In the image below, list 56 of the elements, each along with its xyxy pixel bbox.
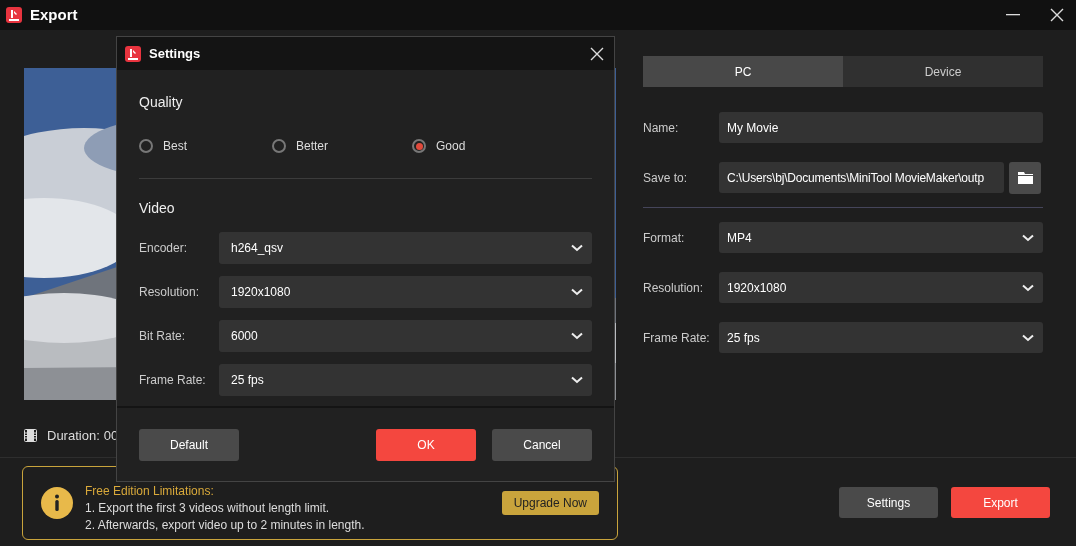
default-button[interactable]: Default (139, 429, 239, 461)
notice-text: 1. Export the first 3 videos without length limit. (85, 500, 331, 517)
chevron-down-icon (1022, 283, 1034, 292)
field-label: Format: (643, 229, 686, 247)
info-icon (41, 487, 73, 519)
field-label: Resolution: (643, 279, 705, 297)
dropdown[interactable]: MP4 (719, 222, 1043, 253)
input-field[interactable]: C:\Users\bj\Documents\MiniTool MovieMaker\outp (719, 162, 1004, 193)
app-logo-icon (6, 7, 22, 23)
radio-label: Best (163, 138, 187, 155)
field-label: Save to: (643, 169, 689, 187)
chevron-down-icon (1022, 333, 1034, 342)
field-label: Frame Rate: (643, 329, 711, 347)
radio-button[interactable] (272, 139, 286, 153)
dropdown[interactable]: 6000 (219, 320, 592, 352)
section-heading: Video (139, 199, 176, 218)
notice-title: Free Edition Limitations: (85, 483, 215, 500)
field-label: Encoder: (139, 240, 189, 257)
duration-label: Duration: (47, 427, 100, 445)
radio-label: Better (296, 138, 328, 155)
app-logo-icon (125, 45, 141, 62)
chevron-down-icon (571, 244, 583, 252)
dropdown[interactable]: 25 fps (219, 364, 592, 396)
field-label: Bit Rate: (139, 328, 187, 345)
input-field[interactable]: My Movie (719, 112, 1043, 143)
cancel-button[interactable]: Cancel (492, 429, 592, 461)
minimize-icon[interactable] (1006, 14, 1020, 16)
ok-button[interactable]: OK (376, 429, 476, 461)
chevron-down-icon (1022, 233, 1034, 242)
chevron-down-icon (571, 376, 583, 384)
radio-button[interactable] (412, 139, 426, 153)
chevron-down-icon (571, 332, 583, 340)
close-icon[interactable] (1050, 8, 1064, 22)
radio-label: Good (436, 138, 466, 155)
dropdown[interactable]: h264_qsv (219, 232, 592, 264)
notice-text: 2. Afterwards, export video up to 2 minutes in length. (85, 517, 366, 534)
radio-button[interactable] (139, 139, 153, 153)
settings-button[interactable]: Settings (839, 487, 938, 518)
dropdown[interactable]: 1920x1080 (719, 272, 1043, 303)
dialog-title: Settings (149, 44, 201, 63)
film-icon (24, 429, 37, 443)
upgrade-button[interactable]: Upgrade Now (501, 491, 599, 515)
field-label: Name: (643, 119, 680, 137)
section-heading: Quality (139, 93, 184, 112)
chevron-down-icon (571, 288, 583, 296)
dropdown[interactable]: 1920x1080 (219, 276, 592, 308)
tab[interactable]: PC (643, 56, 843, 87)
field-label: Resolution: (139, 284, 201, 301)
close-icon[interactable] (590, 46, 604, 61)
dropdown[interactable]: 25 fps (719, 322, 1043, 353)
folder-button[interactable] (1009, 161, 1041, 194)
field-label: Frame Rate: (139, 372, 207, 389)
export-button[interactable]: Export (951, 487, 1050, 518)
tab[interactable]: Device (843, 56, 1043, 87)
folder-icon (1017, 171, 1033, 184)
window-title: Export (30, 4, 78, 25)
